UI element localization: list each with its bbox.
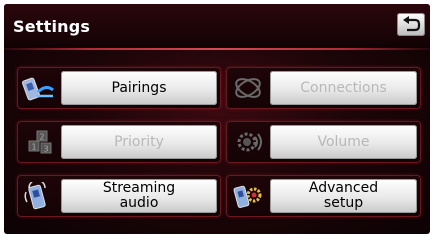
back-button[interactable] xyxy=(397,13,425,36)
header-divider xyxy=(4,48,430,50)
page-title: Settings xyxy=(13,17,91,36)
priority-button[interactable]: Priority xyxy=(61,125,217,159)
phone-pairing-icon xyxy=(21,72,57,104)
menu-item-volume[interactable]: Volume xyxy=(226,121,421,163)
header-bar: Settings xyxy=(4,4,430,48)
streaming-audio-label-line1: Streaming xyxy=(102,180,176,196)
back-arrow-icon xyxy=(403,16,421,32)
connections-button[interactable]: Connections xyxy=(270,71,417,105)
menu-item-priority[interactable]: 2 1 3 Priority xyxy=(17,121,221,163)
volume-button[interactable]: Volume xyxy=(270,125,417,159)
volume-label: Volume xyxy=(317,133,370,150)
streaming-audio-button[interactable]: Streaming audio xyxy=(61,179,217,213)
priority-numbers-icon: 2 1 3 xyxy=(21,126,57,158)
svg-text:3: 3 xyxy=(44,145,49,154)
advanced-setup-label-line2: setup xyxy=(323,195,364,211)
advanced-setup-label-line1: Advanced xyxy=(308,180,379,196)
connections-label: Connections xyxy=(300,79,387,96)
phone-gear-icon xyxy=(230,180,266,212)
pairings-label: Pairings xyxy=(111,79,167,96)
menu-item-pairings[interactable]: Pairings xyxy=(17,67,221,109)
menu-item-streaming-audio[interactable]: Streaming audio xyxy=(17,175,221,217)
svg-text:1: 1 xyxy=(32,143,37,152)
svg-text:2: 2 xyxy=(40,133,45,142)
connection-rings-icon xyxy=(230,72,266,104)
streaming-audio-label-line2: audio xyxy=(119,195,159,211)
settings-screen: Settings Pairings Connections 2 1 3 Prio… xyxy=(4,4,430,234)
menu-item-advanced-setup[interactable]: Advanced setup xyxy=(226,175,421,217)
pairings-button[interactable]: Pairings xyxy=(61,71,217,105)
advanced-setup-button[interactable]: Advanced setup xyxy=(270,179,417,213)
phone-audio-icon xyxy=(21,180,57,212)
volume-gear-icon xyxy=(230,126,266,158)
priority-label: Priority xyxy=(114,133,164,150)
menu-item-connections[interactable]: Connections xyxy=(226,67,421,109)
